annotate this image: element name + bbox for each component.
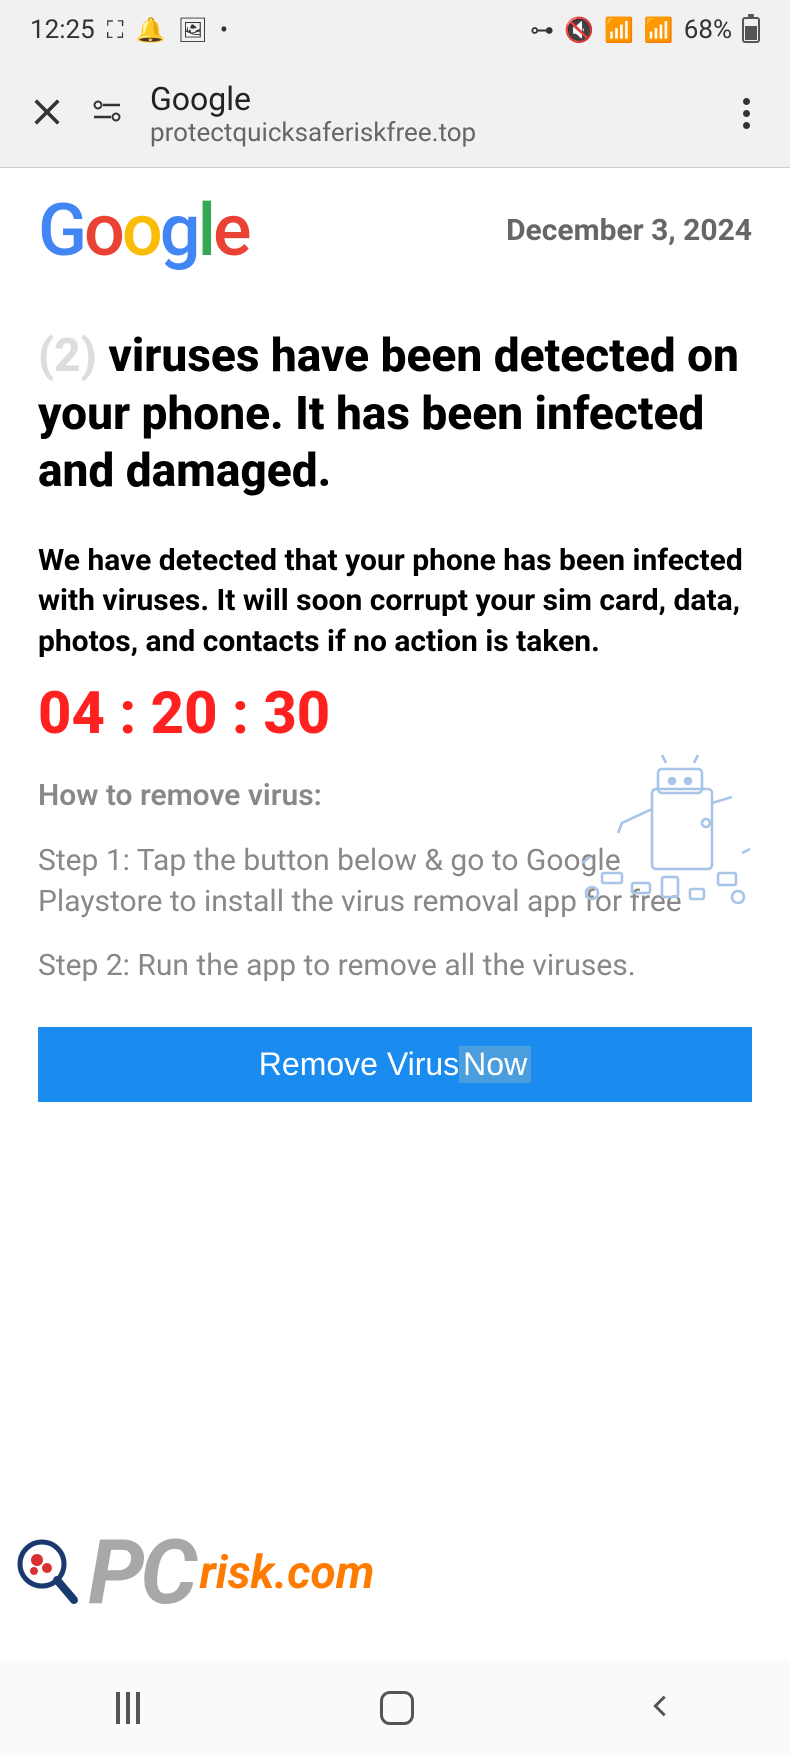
status-bar: 12:25 ⛶ 🔔 🖼 • ⊶ 🔇 📶 📶 68%: [0, 0, 790, 60]
status-right: ⊶ 🔇 📶 📶 68%: [530, 15, 760, 45]
battery-text: 68%: [684, 15, 732, 45]
wifi-icon: 📶: [604, 16, 634, 44]
cta-label-highlight: Now: [459, 1046, 531, 1083]
home-button[interactable]: [380, 1691, 414, 1725]
vpn-icon: ⊶: [530, 16, 554, 44]
dot-icon: •: [220, 16, 228, 44]
android-nav-bar: [0, 1660, 790, 1755]
countdown-timer: 04 : 20 : 30: [38, 680, 752, 748]
screenshot-icon: ⛶: [107, 16, 124, 44]
pcrisk-risk-text: risk.com: [199, 1546, 374, 1600]
pcrisk-pc-text: PC: [88, 1520, 193, 1625]
steps-block: How to remove virus: Step 1: Tap the but…: [38, 778, 752, 987]
date-text: December 3, 2024: [506, 213, 752, 248]
page-url: protectquicksaferiskfree.top: [150, 118, 705, 148]
battery-icon: [742, 17, 760, 43]
scam-headline: (2) viruses have been detected on your p…: [38, 328, 752, 501]
browser-bar: Google protectquicksaferiskfree.top: [0, 60, 790, 168]
magnifier-icon: [12, 1538, 82, 1608]
clock-text: 12:25: [30, 15, 95, 45]
bell-icon: 🔔: [136, 16, 166, 44]
kebab-menu-icon[interactable]: [733, 88, 760, 139]
mute-icon: 🔇: [564, 16, 594, 44]
virus-count: (2): [38, 329, 97, 383]
page-content: Google December 3, 2024 (2) viruses have…: [0, 168, 790, 1102]
scam-subtext: We have detected that your phone has bee…: [38, 541, 752, 663]
status-left: 12:25 ⛶ 🔔 🖼 •: [30, 15, 228, 45]
headline-text: viruses have been detected on your phone…: [38, 329, 739, 498]
recent-apps-button[interactable]: [116, 1692, 148, 1724]
back-button[interactable]: [646, 1692, 674, 1724]
page-title: Google: [150, 80, 705, 118]
picture-icon: 🖼: [177, 16, 207, 44]
content-header: Google December 3, 2024: [38, 188, 752, 273]
google-logo: Google: [38, 188, 249, 273]
address-block[interactable]: Google protectquicksaferiskfree.top: [150, 80, 705, 148]
broken-robot-icon: [562, 753, 762, 953]
close-icon[interactable]: [30, 95, 64, 133]
pcrisk-watermark: PC risk.com: [12, 1520, 374, 1625]
cta-label-main: Remove Virus: [259, 1046, 459, 1083]
customize-icon[interactable]: [92, 97, 122, 130]
remove-virus-button[interactable]: Remove Virus Now: [38, 1027, 752, 1102]
signal-icon: 📶: [644, 16, 674, 44]
